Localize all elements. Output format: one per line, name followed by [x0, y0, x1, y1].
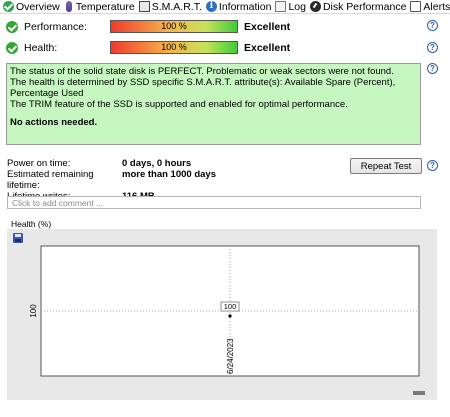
- health-label: Health:: [24, 41, 58, 54]
- performance-help-icon[interactable]: ?: [427, 20, 438, 31]
- tab-log-label: Log: [288, 0, 306, 13]
- health-help-icon[interactable]: ?: [427, 42, 438, 53]
- alert-icon: [410, 1, 422, 12]
- health-row: Health: 100 % Excellent: [6, 41, 290, 54]
- message-help-icon[interactable]: ?: [427, 63, 438, 74]
- performance-bar: 100 %: [110, 20, 238, 33]
- speedometer-icon: [309, 1, 321, 12]
- status-message-line-3: The TRIM feature of the SSD is supported…: [10, 99, 348, 110]
- tab-log[interactable]: Log: [274, 0, 309, 14]
- tab-alerts-label: Alerts: [423, 0, 450, 13]
- tab-smart-label: S.M.A.R.T.: [151, 0, 202, 13]
- health-bar: 100 %: [110, 41, 238, 54]
- health-bar-text: 100 %: [161, 42, 187, 52]
- tab-information[interactable]: i Information: [205, 0, 275, 14]
- remaining-lifetime-label: Estimated remaining lifetime:: [7, 169, 94, 191]
- performance-bar-text: 100 %: [161, 21, 187, 31]
- tab-smart[interactable]: S.M.A.R.T.: [138, 0, 205, 14]
- health-rating: Excellent: [244, 41, 291, 54]
- comment-input[interactable]: [7, 196, 421, 209]
- repeat-test-button[interactable]: Repeat Test: [350, 158, 422, 174]
- status-action-text: No actions needed.: [10, 117, 98, 128]
- health-chart-panel: [7, 229, 437, 400]
- tab-bar: Overview Temperature S.M.A.R.T. i Inform…: [0, 0, 450, 14]
- tab-alerts[interactable]: Alerts: [409, 0, 450, 14]
- info-icon: i: [205, 1, 217, 12]
- power-on-label: Power on time:: [7, 158, 71, 169]
- health-ok-icon: [6, 41, 18, 54]
- status-message-line-2: The health is determined by SSD specific…: [10, 77, 396, 99]
- tab-information-label: Information: [218, 0, 272, 13]
- chart-scroll-thumb[interactable]: [413, 391, 425, 395]
- tab-disk-performance-label: Disk Performance: [322, 0, 407, 13]
- power-on-row: Power on time: 0 days, 0 hours: [7, 158, 216, 169]
- tab-overview-label: Overview: [16, 0, 60, 13]
- status-message-line-1: The status of the solid state disk is PE…: [10, 66, 394, 77]
- check-circle-icon: [3, 1, 14, 12]
- performance-rating: Excellent: [244, 20, 291, 33]
- remaining-lifetime-value: more than 1000 days: [122, 169, 216, 180]
- smart-grid-icon: [138, 1, 150, 12]
- tab-temperature-label: Temperature: [75, 0, 135, 13]
- tab-disk-performance[interactable]: Disk Performance: [309, 0, 409, 14]
- tab-temperature[interactable]: Temperature: [63, 0, 138, 14]
- performance-ok-icon: [6, 20, 18, 33]
- performance-row: Performance: 100 % Excellent: [6, 20, 290, 33]
- health-chart-title: Health (%): [11, 219, 52, 229]
- status-message-box: The status of the solid state disk is PE…: [6, 63, 421, 145]
- thermometer-icon: [65, 1, 72, 12]
- remaining-lifetime-row: Estimated remaining lifetime: more than …: [7, 169, 216, 191]
- save-icon[interactable]: [13, 233, 23, 243]
- tab-overview[interactable]: Overview: [2, 0, 63, 14]
- performance-label: Performance:: [24, 20, 88, 33]
- log-icon: [275, 1, 287, 12]
- power-on-value: 0 days, 0 hours: [122, 158, 192, 169]
- repeat-test-help-icon[interactable]: ?: [427, 160, 438, 171]
